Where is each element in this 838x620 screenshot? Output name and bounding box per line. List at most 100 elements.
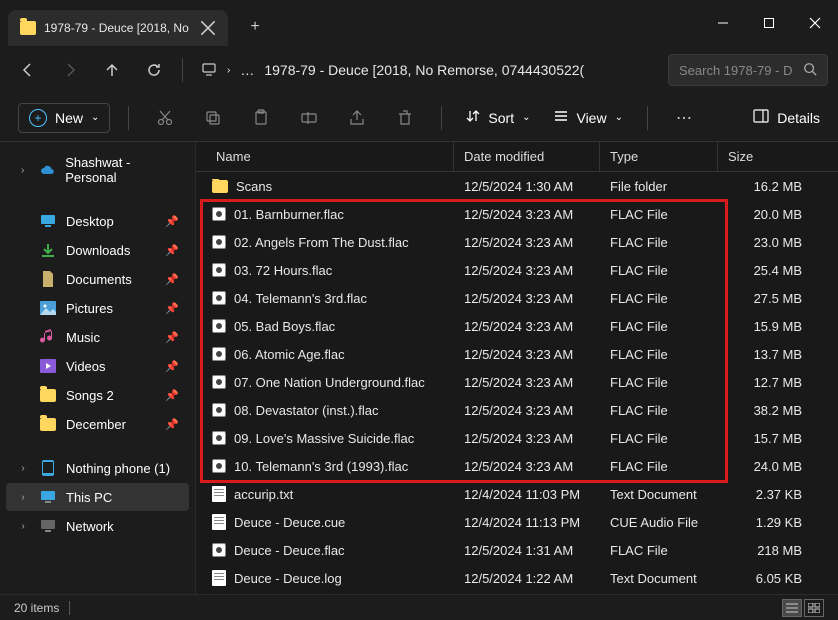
sidebar-item-label: Videos — [66, 359, 106, 374]
music-icon — [40, 329, 56, 345]
file-row[interactable]: accurip.txt12/4/2024 11:03 PMText Docume… — [196, 480, 838, 508]
chevron-right-icon[interactable]: › — [16, 492, 30, 503]
statusbar: 20 items — [0, 594, 838, 620]
file-list[interactable]: Scans12/5/2024 1:30 AMFile folder16.2 MB… — [196, 172, 838, 594]
file-type: FLAC File — [600, 543, 718, 558]
file-size: 16.2 MB — [718, 179, 838, 194]
chevron-right-icon[interactable]: › — [16, 165, 29, 176]
maximize-button[interactable] — [746, 3, 792, 43]
sidebar-item-nothing-phone-1-[interactable]: ›Nothing phone (1) — [6, 454, 189, 482]
document-icon — [40, 271, 56, 287]
delete-button[interactable] — [387, 100, 423, 136]
file-row[interactable]: Deuce - Deuce.cue12/4/2024 11:13 PMCUE A… — [196, 508, 838, 536]
sidebar-item-label: Songs 2 — [66, 388, 114, 403]
details-view-toggle[interactable] — [782, 599, 802, 617]
file-row[interactable]: Deuce - Deuce.flac12/5/2024 1:31 AMFLAC … — [196, 536, 838, 564]
file-row[interactable]: 02. Angels From The Dust.flac12/5/2024 3… — [196, 228, 838, 256]
window-tab[interactable]: 1978-79 - Deuce [2018, No Rer — [8, 10, 228, 46]
separator — [182, 58, 183, 82]
sidebar-item-downloads[interactable]: Downloads📌 — [6, 236, 189, 264]
back-button[interactable] — [10, 52, 46, 88]
text-file-icon — [212, 486, 226, 502]
details-icon — [753, 109, 769, 126]
file-row[interactable]: 07. One Nation Underground.flac12/5/2024… — [196, 368, 838, 396]
content-area: Name Date modified Type Size Scans12/5/2… — [196, 142, 838, 594]
file-row[interactable]: 09. Love's Massive Suicide.flac12/5/2024… — [196, 424, 838, 452]
details-label: Details — [777, 110, 820, 126]
file-row[interactable]: 01. Barnburner.flac12/5/2024 3:23 AMFLAC… — [196, 200, 838, 228]
pin-icon: 📌 — [165, 389, 179, 402]
new-tab-button[interactable]: + — [240, 12, 270, 42]
file-row[interactable]: Scans12/5/2024 1:30 AMFile folder16.2 MB — [196, 172, 838, 200]
sidebar-item-label: Documents — [66, 272, 132, 287]
file-date: 12/5/2024 1:30 AM — [454, 179, 600, 194]
audio-file-icon — [212, 347, 226, 361]
sidebar-item-network[interactable]: ›Network — [6, 512, 189, 540]
sidebar-item-desktop[interactable]: Desktop📌 — [6, 207, 189, 235]
chevron-right-icon[interactable]: › — [16, 521, 30, 532]
view-button[interactable]: View ⌄ — [548, 109, 628, 126]
file-row[interactable]: 04. Telemann's 3rd.flac12/5/2024 3:23 AM… — [196, 284, 838, 312]
copy-button[interactable] — [195, 100, 231, 136]
forward-button[interactable] — [52, 52, 88, 88]
sort-button[interactable]: Sort ⌄ — [460, 109, 536, 126]
thumbnails-view-toggle[interactable] — [804, 599, 824, 617]
share-button[interactable] — [339, 100, 375, 136]
text-file-icon — [212, 570, 226, 586]
close-tab-button[interactable] — [200, 20, 216, 36]
details-pane-button[interactable]: Details — [753, 109, 820, 126]
address-bar[interactable]: › … 1978-79 - Deuce [2018, No Remorse, 0… — [193, 61, 662, 80]
sidebar-item-pictures[interactable]: Pictures📌 — [6, 294, 189, 322]
main-area: › Shashwat - Personal Desktop📌Downloads📌… — [0, 142, 838, 594]
file-date: 12/5/2024 3:23 AM — [454, 347, 600, 362]
separator — [69, 601, 70, 615]
ellipsis-icon[interactable]: … — [240, 62, 254, 78]
file-type: FLAC File — [600, 291, 718, 306]
file-size: 38.2 MB — [718, 403, 838, 418]
sidebar-item-label: Shashwat - Personal — [65, 155, 179, 185]
column-name[interactable]: Name — [196, 142, 454, 171]
file-date: 12/5/2024 3:23 AM — [454, 291, 600, 306]
pc-icon — [40, 489, 56, 505]
sidebar-item-documents[interactable]: Documents📌 — [6, 265, 189, 293]
cut-button[interactable] — [147, 100, 183, 136]
file-type: FLAC File — [600, 459, 718, 474]
file-row[interactable]: 08. Devastator (inst.).flac12/5/2024 3:2… — [196, 396, 838, 424]
file-row[interactable]: 06. Atomic Age.flac12/5/2024 3:23 AMFLAC… — [196, 340, 838, 368]
file-name: 10. Telemann's 3rd (1993).flac — [234, 459, 408, 474]
column-size[interactable]: Size — [718, 142, 838, 171]
audio-file-icon — [212, 291, 226, 305]
rename-button[interactable] — [291, 100, 327, 136]
file-size: 1.29 KB — [718, 515, 838, 530]
up-button[interactable] — [94, 52, 130, 88]
minimize-button[interactable] — [700, 3, 746, 43]
refresh-button[interactable] — [136, 52, 172, 88]
audio-file-icon — [212, 403, 226, 417]
file-row[interactable]: 05. Bad Boys.flac12/5/2024 3:23 AMFLAC F… — [196, 312, 838, 340]
sidebar-item-music[interactable]: Music📌 — [6, 323, 189, 351]
sidebar-item-december[interactable]: December📌 — [6, 410, 189, 438]
sidebar-item-videos[interactable]: Videos📌 — [6, 352, 189, 380]
more-button[interactable]: ⋯ — [666, 100, 702, 136]
file-date: 12/5/2024 1:31 AM — [454, 543, 600, 558]
file-type: FLAC File — [600, 235, 718, 250]
file-size: 24.0 MB — [718, 459, 838, 474]
file-row[interactable]: Deuce - Deuce.log12/5/2024 1:22 AMText D… — [196, 564, 838, 592]
sidebar-item-this-pc[interactable]: ›This PC — [6, 483, 189, 511]
new-button[interactable]: + New ⌄ — [18, 103, 110, 133]
pin-icon: 📌 — [165, 215, 179, 228]
column-type[interactable]: Type — [600, 142, 718, 171]
separator — [441, 106, 442, 130]
file-row[interactable]: 10. Telemann's 3rd (1993).flac12/5/2024 … — [196, 452, 838, 480]
file-row[interactable]: 03. 72 Hours.flac12/5/2024 3:23 AMFLAC F… — [196, 256, 838, 284]
sidebar-item-label: Pictures — [66, 301, 113, 316]
sidebar-item-songs-2[interactable]: Songs 2 📌 — [6, 381, 189, 409]
search-input[interactable]: Search 1978-79 - D — [668, 54, 828, 86]
paste-button[interactable] — [243, 100, 279, 136]
file-name: 05. Bad Boys.flac — [234, 319, 335, 334]
sidebar-personal[interactable]: › Shashwat - Personal — [6, 149, 189, 191]
column-date[interactable]: Date modified — [454, 142, 600, 171]
close-window-button[interactable] — [792, 3, 838, 43]
chevron-right-icon[interactable]: › — [16, 463, 30, 474]
file-type: File folder — [600, 179, 718, 194]
